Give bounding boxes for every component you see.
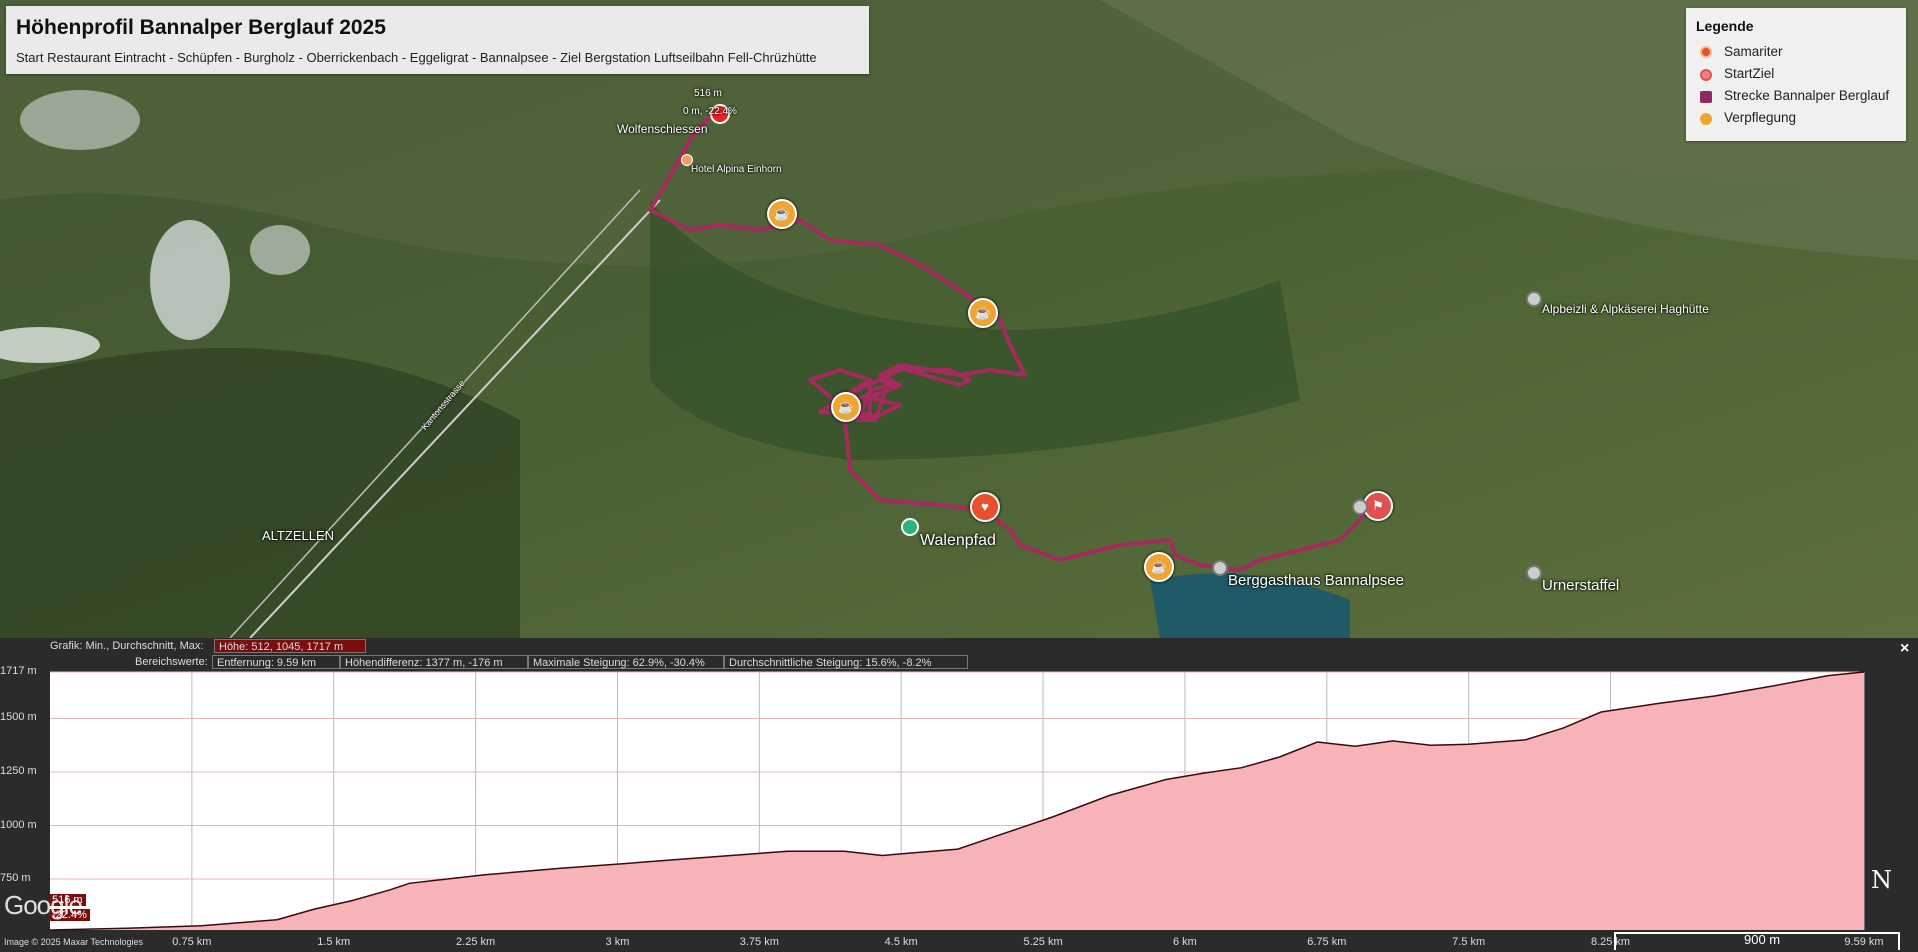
label-wolfenschiessen: Wolfenschiessen	[617, 122, 708, 136]
north-arrow-icon[interactable]: N	[1871, 866, 1892, 894]
x-tick-label: 0.75 km	[172, 936, 212, 948]
x-tick-label: 6.75 km	[1307, 936, 1347, 948]
elevation-profile-panel[interactable]: Grafik: Min., Durchschnitt, Max: Höhe: 5…	[0, 638, 1918, 952]
label-alpbeizli: Alpbeizli & Alpkäserei Haghütte	[1542, 302, 1709, 316]
samaritan-icon	[1700, 46, 1712, 58]
refreshment-icon	[1700, 113, 1712, 125]
label-grade: 0 m, -22.4%	[683, 106, 737, 117]
label-height: 516 m	[694, 88, 722, 99]
refreshment-icon[interactable]: ☕	[968, 298, 998, 328]
samaritan-heart-icon[interactable]: ♥	[970, 492, 1000, 522]
x-tick-label: 4.5 km	[884, 936, 918, 948]
google-earth-logo: Google Earth	[4, 890, 146, 920]
place-pin-icon[interactable]	[1352, 499, 1368, 515]
y-tick-label: 1000 m	[0, 818, 37, 831]
label-altzellen: ALTZELLEN	[262, 528, 335, 543]
x-tick-label: 5.25 km	[1023, 936, 1063, 948]
map-view[interactable]: ☕ ☕ ☕ ☕ ♥ ⚑ 516 m 0 m, -22.4% Wolfenschi…	[0, 0, 1918, 638]
y-tick-label: 1250 m	[0, 764, 37, 777]
title-panel: Höhenprofil Bannalper Berglauf 2025 Star…	[6, 6, 869, 74]
page-title: Höhenprofil Bannalper Berglauf 2025	[16, 16, 386, 39]
start-finish-icon	[1700, 69, 1712, 81]
label-walenpfad: Walenpfad	[920, 532, 996, 549]
place-pin-icon[interactable]	[1526, 291, 1542, 307]
x-tick-label: 3.75 km	[739, 936, 779, 948]
route-icon	[1700, 91, 1712, 103]
x-tick-label: 3 km	[605, 936, 630, 948]
y-tick-label: 1500 m	[0, 711, 37, 724]
route-subtitle: Start Restaurant Eintracht - Schüpfen - …	[16, 50, 817, 65]
refreshment-icon[interactable]: ☕	[1144, 552, 1174, 582]
place-pin-icon[interactable]	[1212, 560, 1228, 576]
x-tick-label: 1.5 km	[317, 936, 351, 948]
legend-item: Verpflegung	[1724, 110, 1797, 125]
label-urnerstaffel: Urnerstaffel	[1542, 577, 1620, 594]
x-tick-label: 2.25 km	[456, 936, 496, 948]
x-tick-label: 6 km	[1173, 936, 1197, 948]
legend-item: StartZiel	[1724, 66, 1775, 81]
refreshment-icon[interactable]: ☕	[831, 392, 861, 422]
elevation-chart[interactable]	[0, 638, 1918, 952]
legend-heading: Legende	[1696, 18, 1754, 34]
y-tick-label: 1717 m	[0, 665, 37, 677]
refreshment-icon[interactable]: ☕	[767, 199, 797, 229]
hiking-pin-icon[interactable]	[901, 518, 919, 536]
label-hotel: Hotel Alpina Einhorn	[691, 164, 782, 175]
legend-panel: Legende Samariter StartZiel Strecke Bann…	[1686, 8, 1906, 141]
scale-bar: 900 m	[1614, 932, 1900, 950]
legend-item: Samariter	[1724, 44, 1783, 59]
scale-label: 900 m	[1744, 932, 1781, 947]
place-pin-icon[interactable]	[1526, 565, 1542, 581]
label-berggasthaus: Berggasthaus Bannalpsee	[1228, 572, 1404, 589]
imagery-credit: Image © 2025 Maxar Technologies	[4, 937, 144, 947]
x-tick-label: 7.5 km	[1452, 936, 1486, 948]
legend-item: Strecke Bannalper Berglauf	[1724, 88, 1890, 103]
y-tick-label: 750 m	[0, 872, 31, 885]
